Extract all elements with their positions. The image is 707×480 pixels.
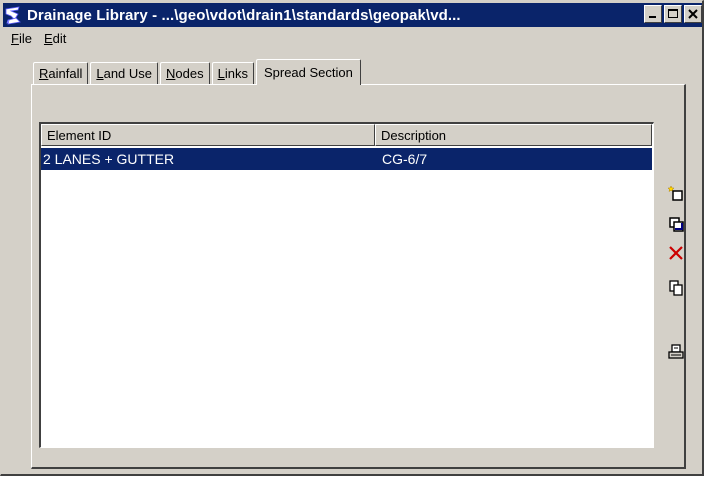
geopak-app-icon	[3, 4, 25, 26]
cell-element-id: 2 LANES + GUTTER	[43, 151, 175, 167]
minimize-button[interactable]	[644, 5, 662, 23]
title-bar[interactable]: Drainage Library - ...\geo\vdot\drain1\s…	[3, 3, 702, 27]
column-header-element-id[interactable]: Element ID	[41, 124, 375, 146]
menu-edit[interactable]: Edit	[38, 31, 72, 46]
maximize-button[interactable]	[664, 5, 682, 23]
window-title: Drainage Library - ...\geo\vdot\drain1\s…	[27, 6, 461, 24]
column-header-description[interactable]: Description	[375, 124, 652, 146]
tab-strip: Rainfall Land Use Nodes Links Spread Sec…	[33, 58, 361, 85]
tab-spread-section[interactable]: Spread Section	[255, 59, 361, 85]
drainage-library-window: Drainage Library - ...\geo\vdot\drain1\s…	[0, 0, 704, 476]
copy-icon[interactable]	[665, 277, 687, 299]
delete-icon[interactable]	[665, 242, 687, 264]
tab-links[interactable]: Links	[211, 62, 254, 84]
tab-land-use[interactable]: Land Use	[90, 62, 159, 84]
new-item-icon[interactable]	[665, 182, 687, 204]
duplicate-icon[interactable]	[665, 213, 687, 235]
menu-bar: File Edit	[5, 28, 72, 48]
element-list[interactable]: Element ID Description 2 LANES + GUTTER …	[39, 122, 654, 448]
print-icon[interactable]	[665, 341, 687, 363]
cell-description: CG-6/7	[382, 151, 428, 167]
table-row[interactable]: 2 LANES + GUTTER CG-6/7	[41, 148, 652, 170]
tab-nodes[interactable]: Nodes	[160, 62, 210, 84]
close-button[interactable]	[684, 5, 702, 23]
tab-rainfall[interactable]: Rainfall	[33, 62, 89, 84]
menu-file[interactable]: File	[5, 31, 38, 46]
